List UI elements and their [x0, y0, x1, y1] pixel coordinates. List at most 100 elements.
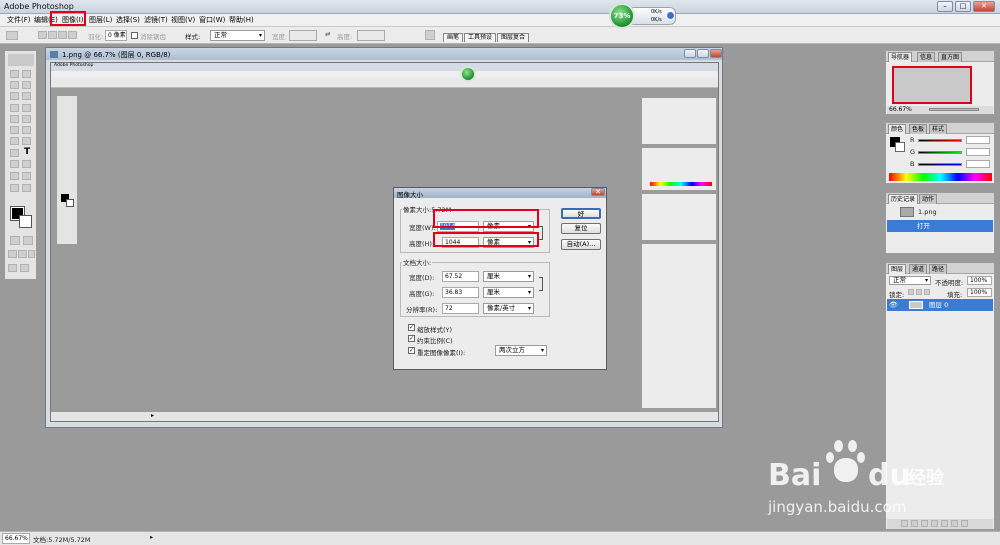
- tab-brushes[interactable]: 画笔: [443, 33, 464, 42]
- tab-paths[interactable]: 路径: [929, 264, 948, 274]
- canvas[interactable]: Adobe Photoshop ▸: [50, 62, 719, 422]
- maximize-button[interactable]: □: [955, 1, 971, 12]
- red-slider[interactable]: [918, 139, 962, 142]
- swap-icon[interactable]: ⇄: [325, 30, 330, 38]
- color-spectrum-ramp[interactable]: [889, 173, 992, 181]
- doc-maximize-button[interactable]: [697, 49, 709, 58]
- magic-wand-icon[interactable]: [22, 81, 31, 89]
- trash-icon[interactable]: [961, 520, 968, 527]
- status-zoom[interactable]: 66.67%: [2, 533, 30, 544]
- tab-histogram[interactable]: 直方图: [938, 52, 963, 62]
- close-button[interactable]: ✕: [973, 1, 995, 12]
- lock-transparency-icon[interactable]: [908, 289, 914, 295]
- doc-close-button[interactable]: [710, 49, 722, 58]
- tab-actions[interactable]: 动作: [919, 194, 938, 204]
- subtract-selection-icon[interactable]: [58, 31, 67, 39]
- intersect-selection-icon[interactable]: [68, 31, 77, 39]
- menu-filter[interactable]: 滤镜(T): [144, 15, 168, 25]
- layer-row[interactable]: 👁 图层 0: [887, 299, 993, 311]
- path-select-icon[interactable]: [10, 149, 19, 157]
- navigator-zoom[interactable]: 66.67%: [889, 106, 912, 113]
- scale-styles-checkbox[interactable]: ✓: [408, 324, 415, 331]
- navigator-thumbnail[interactable]: [892, 66, 972, 104]
- add-selection-icon[interactable]: [48, 31, 57, 39]
- history-state-open[interactable]: 打开: [887, 220, 993, 232]
- navigator-view-box[interactable]: [892, 66, 972, 104]
- blue-slider[interactable]: [918, 163, 962, 166]
- layer-visibility-eye-icon[interactable]: 👁: [889, 299, 898, 311]
- text-tool-icon[interactable]: T: [24, 147, 30, 157]
- resample-method-select[interactable]: 两次立方: [495, 345, 547, 356]
- opacity-input[interactable]: 100%: [967, 276, 992, 285]
- ok-button[interactable]: 好: [561, 208, 601, 219]
- resolution-unit-select[interactable]: 像素/英寸: [483, 303, 534, 314]
- fill-input[interactable]: 100%: [967, 288, 992, 297]
- green-input[interactable]: [966, 148, 990, 156]
- screen-mode-2-icon[interactable]: [18, 250, 27, 258]
- brush-icon[interactable]: [22, 104, 31, 112]
- red-input[interactable]: [966, 136, 990, 144]
- gadget-meter[interactable]: 73%: [609, 3, 635, 29]
- tab-navigator[interactable]: 导航器: [888, 52, 913, 62]
- imageready-icon[interactable]: [20, 264, 29, 272]
- pen-icon[interactable]: [10, 160, 19, 168]
- tab-color[interactable]: 颜色: [888, 124, 907, 134]
- doc-width-unit-select[interactable]: 厘米: [483, 271, 534, 282]
- quick-mask-icon[interactable]: [23, 236, 33, 245]
- inner-status-arrow-icon[interactable]: ▸: [151, 412, 154, 419]
- jump-to-imageready-icon[interactable]: [8, 264, 17, 272]
- lock-pixels-icon[interactable]: [916, 289, 922, 295]
- navigator-zoom-slider[interactable]: [929, 108, 979, 111]
- constrain-proportions-checkbox[interactable]: ✓: [408, 335, 415, 342]
- doc-height-input[interactable]: 36.83: [442, 287, 479, 298]
- menu-help[interactable]: 帮助(H): [229, 15, 254, 25]
- blur-icon[interactable]: [10, 137, 19, 145]
- tab-layers[interactable]: 图层: [888, 264, 907, 274]
- menu-file[interactable]: 文件(F): [7, 15, 31, 25]
- standard-mode-icon[interactable]: [10, 236, 20, 245]
- crop-icon[interactable]: [10, 92, 19, 100]
- width-input[interactable]: [289, 30, 317, 41]
- marquee-icon[interactable]: [10, 70, 19, 78]
- reset-button[interactable]: 复位: [561, 223, 601, 234]
- minimize-button[interactable]: –: [937, 1, 953, 12]
- tab-channels[interactable]: 通道: [909, 264, 928, 274]
- doc-width-input[interactable]: 67.52: [442, 271, 479, 282]
- healing-brush-icon[interactable]: [10, 104, 19, 112]
- antialias-checkbox[interactable]: [131, 32, 138, 39]
- menu-window[interactable]: 窗口(W): [199, 15, 225, 25]
- dialog-close-button[interactable]: ✕: [591, 188, 605, 196]
- auto-button[interactable]: 自动(A)...: [561, 239, 601, 250]
- menu-select[interactable]: 选择(S): [116, 15, 140, 25]
- eyedropper-icon[interactable]: [22, 172, 31, 180]
- menu-view[interactable]: 视图(V): [171, 15, 195, 25]
- doc-height-unit-select[interactable]: 厘米: [483, 287, 534, 298]
- tab-styles[interactable]: 样式: [929, 124, 948, 134]
- resample-checkbox[interactable]: ✓: [408, 347, 415, 354]
- history-snapshot-row[interactable]: 1.png: [888, 206, 992, 218]
- tab-layer-comps[interactable]: 图层复合: [497, 33, 530, 42]
- tab-swatches[interactable]: 色板: [909, 124, 928, 134]
- palette-well-icon[interactable]: [425, 30, 435, 40]
- zoom-icon[interactable]: [22, 184, 31, 192]
- feather-input[interactable]: 0 像素: [105, 30, 127, 41]
- slice-icon[interactable]: [22, 92, 31, 100]
- screen-mode-1-icon[interactable]: [8, 250, 17, 258]
- dodge-icon[interactable]: [22, 137, 31, 145]
- style-select[interactable]: 正常: [210, 30, 265, 41]
- stamp-icon[interactable]: [10, 115, 19, 123]
- screen-mode-3-icon[interactable]: [28, 250, 35, 258]
- green-slider[interactable]: [918, 151, 962, 154]
- move-icon[interactable]: [22, 70, 31, 78]
- notes-icon[interactable]: [10, 172, 19, 180]
- marquee-tool-preset-icon[interactable]: [6, 31, 18, 40]
- status-menu-arrow-icon[interactable]: ▸: [150, 533, 153, 541]
- tab-info[interactable]: 信息: [917, 52, 936, 62]
- lasso-icon[interactable]: [10, 81, 19, 89]
- new-selection-icon[interactable]: [38, 31, 47, 39]
- eraser-icon[interactable]: [10, 126, 19, 134]
- lock-position-icon[interactable]: [924, 289, 930, 295]
- height-input[interactable]: [357, 30, 385, 41]
- tab-history[interactable]: 历史记录: [888, 194, 919, 204]
- gradient-icon[interactable]: [22, 126, 31, 134]
